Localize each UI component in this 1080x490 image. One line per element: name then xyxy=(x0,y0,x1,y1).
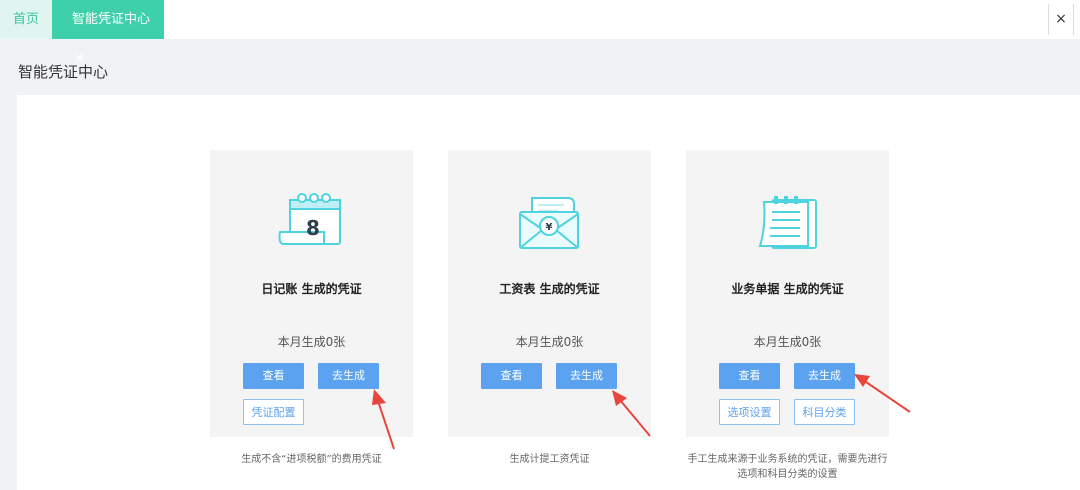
generate-button[interactable]: 去生成 xyxy=(794,363,855,389)
view-button[interactable]: 查看 xyxy=(719,363,780,389)
card-title: 日记账 生成的凭证 xyxy=(261,282,362,296)
view-button[interactable]: 查看 xyxy=(243,363,304,389)
card-description: 手工生成来源于业务系统的凭证，需要先进行 选项和科目分类的设置 xyxy=(676,452,899,482)
card-description-line: 手工生成来源于业务系统的凭证，需要先进行 xyxy=(687,454,888,465)
option-settings-button[interactable]: 选项设置 xyxy=(719,399,780,425)
document-icon xyxy=(758,196,817,249)
card-count: 本月生成0张 xyxy=(277,335,346,349)
annotation-arrow-icon xyxy=(372,389,395,450)
svg-text:¥: ¥ xyxy=(546,222,553,233)
card-title: 工资表 生成的凭证 xyxy=(499,282,600,296)
calendar-icon: 8 xyxy=(278,193,341,245)
annotation-arrow-icon xyxy=(854,374,911,413)
card-count: 本月生成0张 xyxy=(515,335,584,349)
annotation-arrow-icon xyxy=(612,390,651,437)
card-count: 本月生成0张 xyxy=(753,335,822,349)
voucher-config-button[interactable]: 凭证配置 xyxy=(243,399,304,425)
tab-label: 智能凭证中心 xyxy=(72,12,151,27)
tab-bar: 首页 智能凭证中心 × × xyxy=(0,0,1080,66)
svg-text:8: 8 xyxy=(306,216,320,240)
tab-smart-voucher-center[interactable]: 智能凭证中心 × xyxy=(52,0,164,66)
view-button[interactable]: 查看 xyxy=(481,363,542,389)
page-title: 智能凭证中心 xyxy=(18,63,109,81)
card-description-line: 选项和科目分类的设置 xyxy=(737,469,838,480)
close-all-tabs-icon[interactable]: × xyxy=(1048,4,1074,35)
card-title: 业务单据 生成的凭证 xyxy=(731,282,844,296)
tab-home[interactable]: 首页 xyxy=(0,0,52,39)
card-description: 生成计提工资凭证 xyxy=(509,454,590,465)
salary-envelope-icon: ¥ xyxy=(519,197,579,249)
account-category-button[interactable]: 科目分类 xyxy=(794,399,855,425)
